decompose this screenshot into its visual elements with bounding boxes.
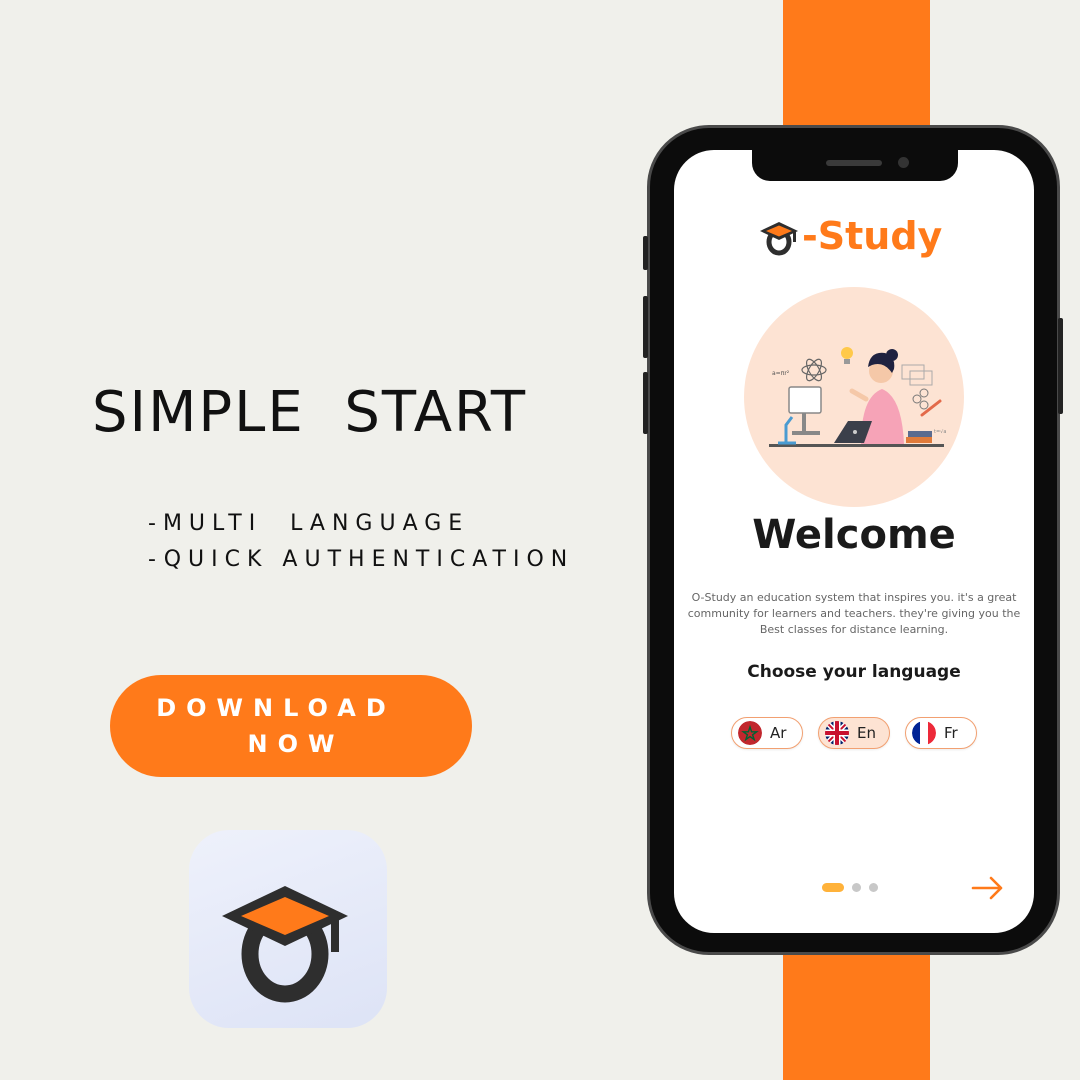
headline: SIMPLE START (92, 380, 528, 445)
phone-side-button (643, 236, 648, 270)
graduation-cap-icon (222, 886, 348, 1003)
language-label: En (857, 724, 876, 742)
pagination-dots (822, 883, 878, 892)
app-icon[interactable] (189, 830, 387, 1028)
feature-item: -QUICK AUTHENTICATION (148, 547, 575, 572)
graduation-cap-icon (760, 222, 798, 256)
feature-item: -MULTI LANGUAGE (148, 511, 470, 536)
phone-volume-up-button (643, 296, 648, 358)
language-label: Ar (770, 724, 787, 742)
choose-language-heading: Choose your language (747, 662, 961, 682)
student-studying-illustration: a=πr² t=√a (744, 287, 964, 507)
svg-text:a=πr²: a=πr² (772, 370, 790, 377)
phone-notch (752, 150, 958, 181)
phone-volume-down-button (643, 372, 648, 434)
pagination-dot (852, 883, 861, 892)
france-flag-icon (912, 721, 936, 745)
morocco-flag-icon (738, 721, 762, 745)
feature-list: -MULTI LANGUAGE -QUICK AUTHENTICATION (148, 506, 574, 578)
phone-mockup: -Study a=πr² t=√a Welcome O-Study an edu… (643, 125, 1063, 955)
download-now-button[interactable]: DOWNLOAD NOW (110, 675, 472, 777)
pagination-dot (869, 883, 878, 892)
brand-name: -Study (802, 214, 943, 258)
download-button-label-line2: NOW (247, 730, 345, 758)
phone-screen: -Study a=πr² t=√a Welcome O-Study an edu… (674, 150, 1034, 933)
arrow-right-icon[interactable] (970, 873, 1006, 903)
uk-flag-icon (825, 721, 849, 745)
front-camera (898, 157, 909, 168)
welcome-title: Welcome (752, 512, 956, 558)
language-selector: Ar En Fr (731, 717, 977, 749)
language-option-fr[interactable]: Fr (905, 717, 977, 749)
brand-logo: -Study (758, 214, 942, 258)
svg-text:t=√a: t=√a (934, 429, 946, 435)
app-description: O-Study an education system that inspire… (687, 591, 1021, 636)
language-option-ar[interactable]: Ar (731, 717, 803, 749)
language-label: Fr (944, 724, 958, 742)
language-option-en[interactable]: En (818, 717, 890, 749)
download-button-label-line1: DOWNLOAD (156, 694, 396, 722)
pagination-dot-active (822, 883, 844, 892)
phone-power-button (1058, 318, 1063, 414)
speaker (826, 160, 882, 166)
